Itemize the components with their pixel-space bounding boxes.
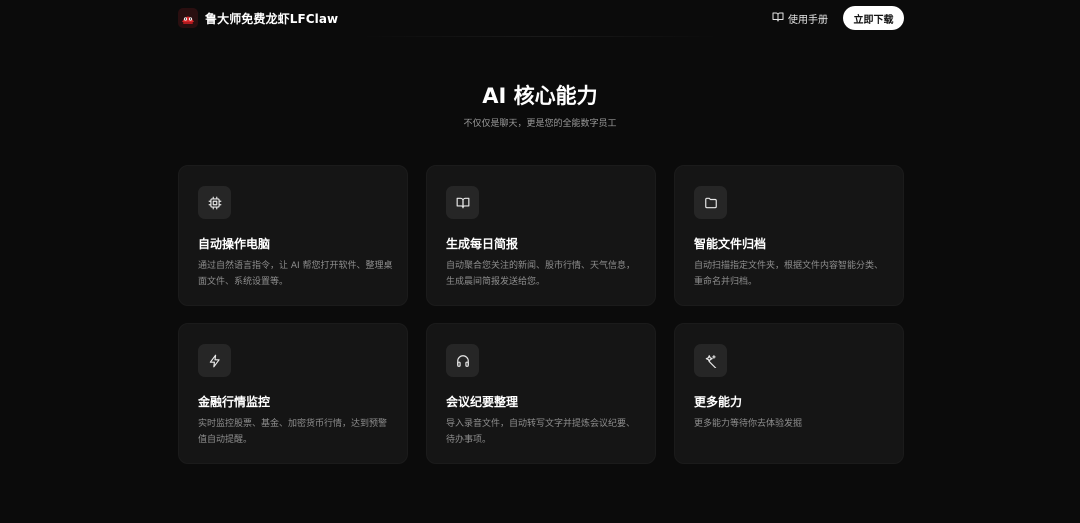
brand-logo-icon — [178, 8, 198, 28]
feature-card-more[interactable]: 更多能力 更多能力等待你去体验发掘 — [674, 323, 904, 464]
card-description: 更多能力等待你去体验发掘 — [694, 419, 803, 429]
feature-card-auto-operate[interactable]: 自动操作电脑 通过自然语言指令，让 AI 帮您打开软件、整理桌面文件、系统设置等… — [178, 165, 408, 306]
book-open-icon — [772, 11, 784, 26]
folder-icon — [694, 186, 727, 219]
headphones-icon — [446, 344, 479, 377]
brand[interactable]: 鲁大师免费龙虾LFClaw — [178, 8, 338, 28]
sparkle-wand-icon — [694, 344, 727, 377]
card-title: 会议纪要整理 — [446, 395, 519, 409]
book-icon — [446, 186, 479, 219]
card-title: 更多能力 — [694, 395, 743, 409]
card-description: 实时监控股票、基金、加密货币行情，达到预警值自动提醒。 — [198, 419, 388, 445]
download-button[interactable]: 立即下载 — [843, 6, 904, 30]
manual-link[interactable]: 使用手册 — [772, 10, 828, 26]
manual-label: 使用手册 — [788, 14, 828, 26]
section-subtitle: 不仅仅是聊天，更是您的全能数字员工 — [463, 119, 617, 129]
section-title: AI 核心能力 — [482, 84, 598, 108]
card-title: 金融行情监控 — [198, 395, 271, 409]
card-title: 智能文件归档 — [694, 237, 767, 251]
top-nav: 鲁大师免费龙虾LFClaw 使用手册 立即下载 — [0, 0, 1080, 37]
header-divider — [360, 36, 720, 37]
card-title: 生成每日简报 — [446, 237, 519, 251]
card-description: 自动聚合您关注的新闻、股市行情、天气信息，生成晨间简报发送给您。 — [446, 261, 636, 287]
card-title: 自动操作电脑 — [198, 237, 271, 251]
page: 鲁大师免费龙虾LFClaw 使用手册 立即下载 AI 核心能力 不仅仅是聊天，更… — [0, 0, 1080, 523]
brand-name: 鲁大师免费龙虾LFClaw — [205, 11, 339, 26]
card-description: 导入录音文件，自动转写文字并提炼会议纪要、待办事项。 — [446, 419, 636, 445]
cpu-icon — [198, 186, 231, 219]
card-description: 通过自然语言指令，让 AI 帮您打开软件、整理桌面文件、系统设置等。 — [198, 261, 393, 287]
feature-card-finance-monitor[interactable]: 金融行情监控 实时监控股票、基金、加密货币行情，达到预警值自动提醒。 — [178, 323, 408, 464]
lightning-icon — [198, 344, 231, 377]
feature-card-meeting-minutes[interactable]: 会议纪要整理 导入录音文件，自动转写文字并提炼会议纪要、待办事项。 — [426, 323, 656, 464]
feature-card-file-archive[interactable]: 智能文件归档 自动扫描指定文件夹，根据文件内容智能分类、重命名并归档。 — [674, 165, 904, 306]
card-description: 自动扫描指定文件夹，根据文件内容智能分类、重命名并归档。 — [694, 261, 884, 287]
feature-card-daily-brief[interactable]: 生成每日简报 自动聚合您关注的新闻、股市行情、天气信息，生成晨间简报发送给您。 — [426, 165, 656, 306]
